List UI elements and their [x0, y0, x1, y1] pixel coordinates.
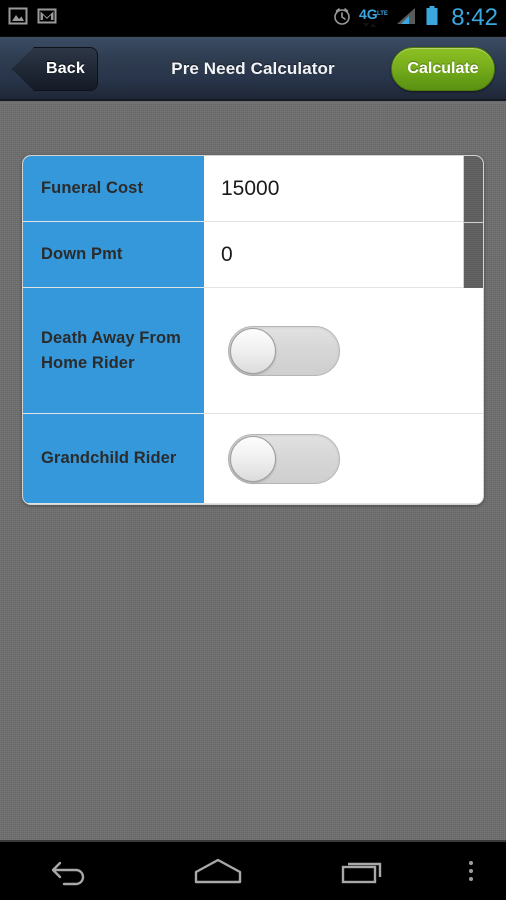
funeral-cost-input[interactable]: 15000 [204, 156, 483, 221]
back-button[interactable]: Back [12, 47, 98, 91]
table-row[interactable]: Down Pmt 0 [23, 222, 483, 288]
status-bar-clock: 8:42 [451, 4, 498, 31]
death-away-from-home-rider-toggle[interactable] [228, 325, 340, 376]
row-label-down-pmt: Down Pmt [23, 222, 204, 287]
pre-need-calculator-form: Funeral Cost 15000 Down Pmt 0 Death Away… [22, 155, 484, 505]
status-bar-notifications [8, 6, 57, 31]
recent-apps-nav-icon[interactable] [291, 842, 436, 900]
grandchild-rider-cell [204, 414, 483, 503]
toggle-knob [230, 327, 276, 374]
action-bar: Pre Need Calculator Back Calculate [0, 37, 506, 101]
row-label-grandchild-rider: Grandchild Rider [23, 414, 204, 503]
svg-text:4G: 4G [359, 6, 378, 22]
overflow-menu-icon[interactable] [436, 861, 506, 881]
gmail-icon [37, 6, 57, 31]
down-pmt-input[interactable]: 0 [204, 222, 483, 287]
status-bar: 4G LTE 8:42 [0, 0, 506, 37]
alarm-clock-icon [332, 6, 352, 31]
overflow-dot [468, 869, 473, 873]
table-row[interactable]: Grandchild Rider [23, 414, 483, 504]
network-4g-lte-icon: 4G LTE [359, 6, 389, 30]
android-screen: 4G LTE 8:42 Pre Need Calculator Back Cal… [0, 0, 506, 900]
back-nav-icon[interactable] [0, 842, 145, 900]
death-away-from-home-rider-cell [204, 288, 483, 413]
row-label-death-away-from-home-rider: Death Away From Home Rider [23, 288, 204, 413]
grandchild-rider-toggle[interactable] [228, 433, 340, 484]
calculate-button[interactable]: Calculate [391, 47, 495, 91]
battery-icon [425, 5, 439, 32]
status-bar-system-icons: 4G LTE 8:42 [332, 5, 498, 32]
overflow-dot [468, 877, 473, 881]
table-row[interactable]: Funeral Cost 15000 [23, 156, 483, 222]
overflow-dot [468, 861, 473, 865]
table-scrollbar[interactable] [463, 156, 483, 288]
signal-bars-icon [396, 5, 418, 32]
content-area: Funeral Cost 15000 Down Pmt 0 Death Away… [0, 103, 506, 840]
toggle-knob [230, 435, 276, 482]
android-navigation-bar [0, 840, 506, 900]
home-nav-icon[interactable] [145, 842, 290, 900]
table-row[interactable]: Death Away From Home Rider [23, 288, 483, 414]
svg-text:LTE: LTE [377, 11, 388, 17]
screenshot-image-icon [8, 6, 28, 31]
row-label-funeral-cost: Funeral Cost [23, 156, 204, 221]
